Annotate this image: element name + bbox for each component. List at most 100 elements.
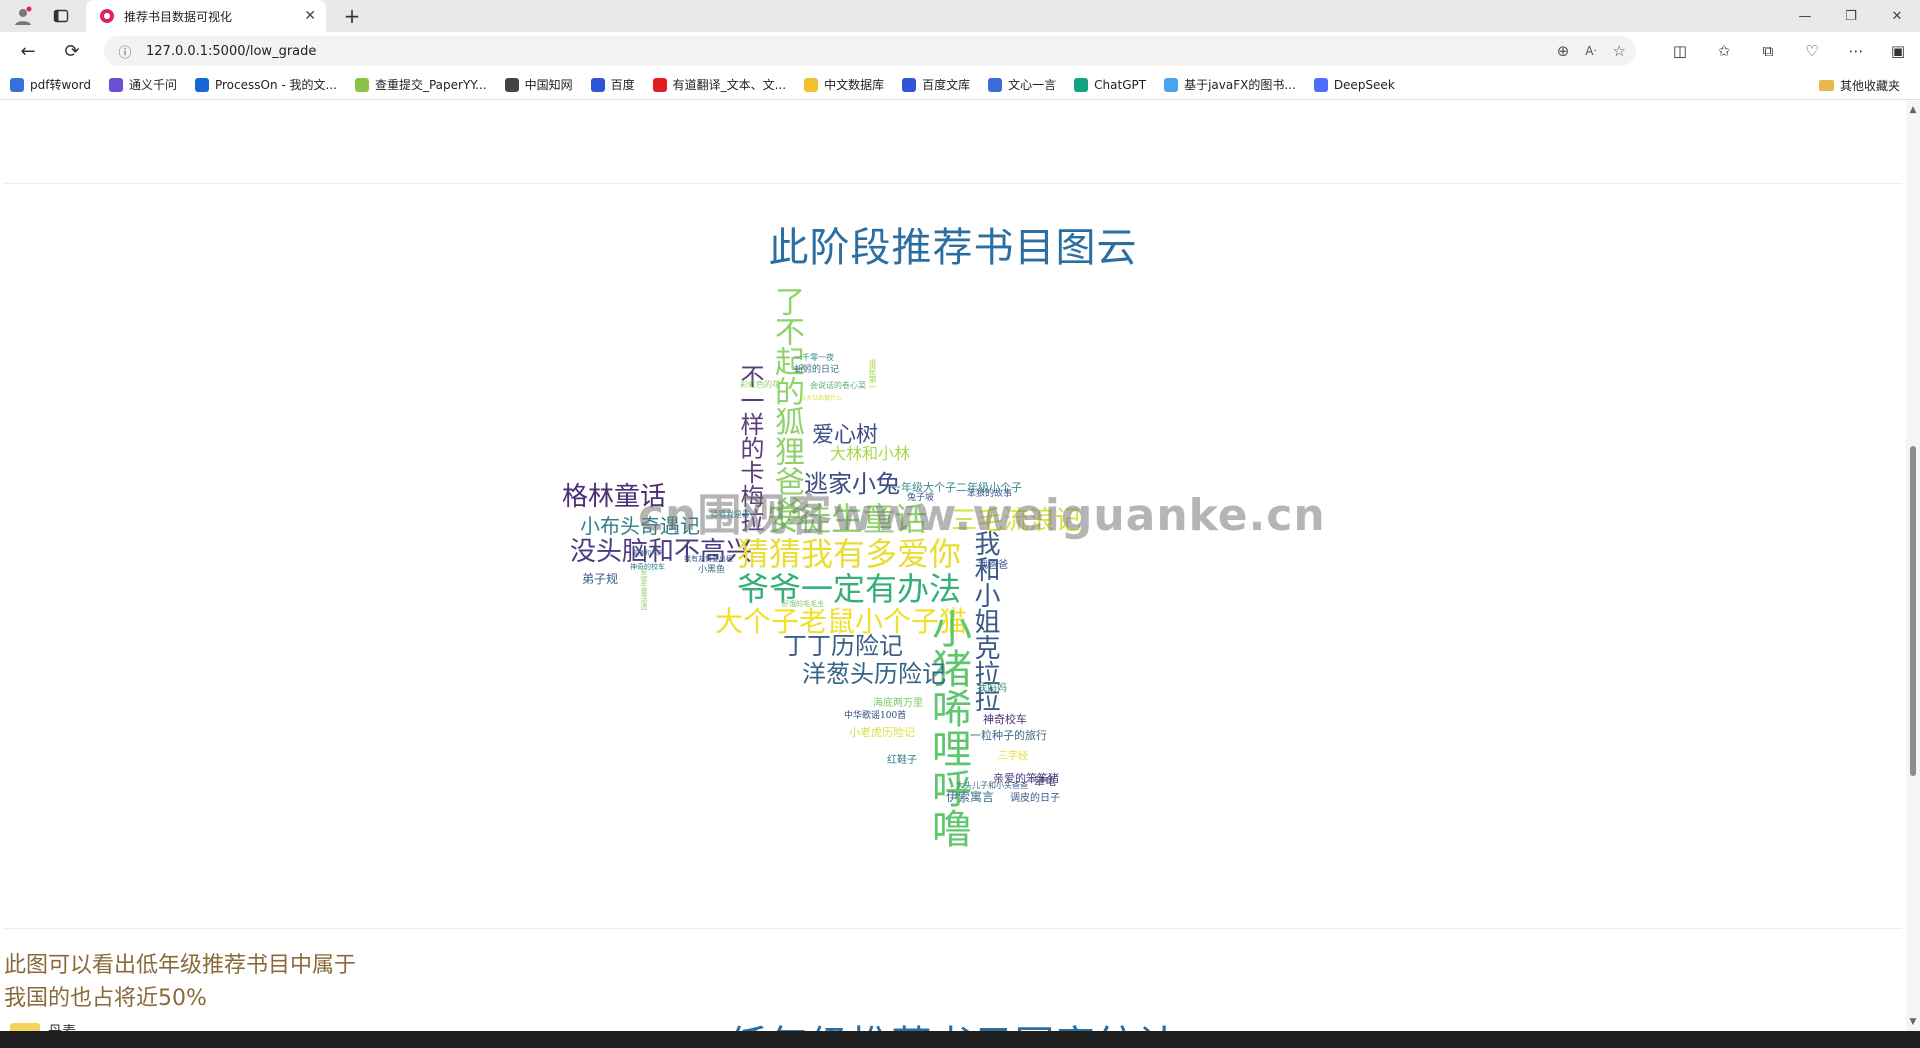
bookmark-favicon-icon — [1313, 77, 1328, 92]
word-cloud-term: 丁丁历险记 — [783, 632, 903, 660]
note-line-2: 我国的也占将近50% — [4, 986, 207, 1011]
bookmark-favicon-icon — [590, 77, 605, 92]
favorites-icon[interactable]: ✩ — [1706, 32, 1742, 70]
bookmark-favicon-icon — [902, 77, 917, 92]
close-tab-icon[interactable]: ✕ — [304, 8, 316, 24]
bookmark-label: 有道翻译_文本、文... — [672, 78, 787, 92]
url-text[interactable]: 127.0.0.1:5000/low_grade — [146, 44, 316, 59]
more-menu-icon[interactable]: ⋯ — [1838, 32, 1874, 70]
bookmark-label: 查重提交_PaperYY... — [374, 78, 487, 92]
bookmark-item[interactable]: 中国知网 — [504, 76, 573, 93]
taskbar — [0, 1031, 1920, 1048]
divider — [4, 928, 1902, 929]
read-aloud-icon[interactable]: Aᐧ — [1585, 44, 1596, 58]
zoom-icon[interactable]: ⊕ — [1557, 42, 1570, 60]
bookmark-label: 通义千问 — [128, 78, 177, 92]
word-cloud-term: 海底两万里 — [873, 698, 923, 709]
word-cloud-term: 洋葱头历险记 — [802, 660, 946, 688]
word-cloud-term: 彩虹色的花 — [740, 380, 780, 389]
word-cloud-term: 中华歌谣100首 — [844, 711, 907, 721]
bookmark-item[interactable]: 文心一言 — [988, 76, 1056, 93]
chart-note: 此图可以看出低年级推荐书目中属于 我国的也占将近50% — [4, 949, 356, 1015]
word-cloud-term: 一千零一夜 — [794, 353, 834, 362]
bookmark-item[interactable]: 中文数据库 — [804, 76, 884, 93]
bookmark-favicon-icon — [194, 77, 209, 92]
sidebar-toggle-icon[interactable]: ▣ — [1880, 32, 1916, 70]
word-cloud-term: 一粒种子的旅行 — [970, 729, 1047, 742]
word-cloud-term: 红鞋子 — [887, 755, 917, 766]
profile-icon[interactable] — [4, 0, 42, 32]
favorite-star-icon[interactable]: ☆ — [1613, 42, 1626, 60]
word-cloud-term: 伊索寓言 — [946, 790, 995, 804]
bookmark-favicon-icon — [504, 77, 519, 92]
tab-actions-icon[interactable] — [42, 0, 80, 32]
tab-strip: 推荐书目数据可视化 ✕ + — ❐ ✕ — [0, 0, 1920, 32]
scrollbar-thumb[interactable] — [1910, 446, 1916, 776]
word-cloud-term: 神奇校车 — [983, 713, 1027, 726]
word-cloud-term: 长大以后做什么 — [800, 395, 843, 402]
bookmark-label: 基于javaFX的图书... — [1184, 78, 1296, 92]
word-cloud-term: 我爸爸 — [978, 560, 1008, 571]
word-cloud-term: 我有友情要出租 — [684, 555, 733, 563]
bookmark-favicon-icon — [1164, 77, 1179, 92]
word-cloud-term: 好饿的毛毛虫 — [782, 600, 824, 608]
watermark-text: cn围观客www.weiguanke.cn — [638, 490, 1326, 541]
scroll-up-icon[interactable]: ▲ — [1908, 105, 1918, 115]
legend-swatch — [10, 1023, 40, 1031]
tab-favicon-icon — [100, 9, 114, 23]
page-content: 此阶段推荐书目图云 了不起的狐狸爸爸 不一样的卡梅拉 爱心树 逃家小兔 格林童话 小布头奇… — [0, 101, 1906, 1031]
word-cloud-term: 会说话的卷心菜 — [810, 381, 866, 390]
restore-icon[interactable]: ❐ — [1828, 0, 1874, 32]
bookmark-item[interactable]: 百度文库 — [902, 76, 970, 93]
scroll-down-icon[interactable]: ▼ — [1908, 1017, 1918, 1027]
close-window-icon[interactable]: ✕ — [1874, 0, 1920, 32]
bookmark-label: ChatGPT — [1094, 77, 1147, 92]
bookmark-label: 百度 — [610, 78, 635, 92]
minimize-icon[interactable]: — — [1782, 0, 1828, 32]
bookmark-favicon-icon — [804, 77, 819, 92]
new-tab-button[interactable]: + — [336, 0, 368, 32]
back-icon[interactable]: ← — [10, 32, 46, 70]
bookmark-item[interactable]: 基于javaFX的图书... — [1164, 76, 1296, 93]
bookmark-favicon-icon — [108, 77, 123, 92]
next-section-title: 低年级推荐书目国家统计 — [0, 1013, 1906, 1031]
bookmark-favicon-icon — [988, 77, 1003, 92]
split-screen-icon[interactable]: ◫ — [1662, 32, 1698, 70]
other-bookmarks-folder[interactable]: 其他收藏夹 — [1818, 70, 1900, 100]
bookmark-item[interactable]: pdf转word — [10, 76, 91, 93]
site-info-icon[interactable]: ⓘ — [110, 42, 140, 61]
vertical-scrollbar[interactable]: ▲ ▼ — [1906, 101, 1920, 1031]
legend-label: 丹麦 — [48, 1021, 76, 1031]
word-cloud-term: 三字经 — [998, 751, 1028, 762]
word-cloud-term: 大头儿子和小头爸爸 — [956, 781, 1028, 790]
other-bookmarks-label: 其他收藏夹 — [1839, 78, 1900, 93]
reload-icon[interactable]: ⟳ — [54, 32, 90, 70]
divider — [4, 183, 1902, 184]
tab-active[interactable]: 推荐书目数据可视化 ✕ — [86, 0, 326, 32]
word-cloud-term: 安徒生童话选 — [640, 568, 648, 610]
word-cloud-term: 调皮的日子 — [1010, 793, 1060, 804]
browser-essentials-icon[interactable]: ♡ — [1794, 32, 1830, 70]
bookmark-label: 中国知网 — [524, 78, 573, 92]
bookmark-label: pdf转word — [30, 78, 91, 92]
bookmark-item[interactable]: ProcessOn - 我的文... — [194, 76, 337, 93]
word-cloud-term: 小黑鱼 — [698, 565, 726, 575]
bookmark-item[interactable]: ChatGPT — [1074, 77, 1147, 92]
bookmark-favicon-icon — [652, 77, 667, 92]
legend-item[interactable]: 丹麦 — [10, 1021, 76, 1031]
navigation-bar: ← ⟳ ⓘ 127.0.0.1:5000/low_grade ⊕ Aᐧ ☆ ◫ … — [0, 32, 1920, 70]
word-cloud-term: 犟龟 — [1034, 775, 1056, 788]
bookmark-item[interactable]: 有道翻译_文本、文... — [652, 76, 787, 93]
bookmark-item[interactable]: 通义千问 — [108, 76, 177, 93]
bookmark-favicon-icon — [10, 77, 24, 92]
word-cloud-term: 小猪唏哩呼噜 — [925, 608, 971, 848]
bookmark-favicon-icon — [1074, 77, 1089, 92]
folder-icon — [1818, 79, 1834, 91]
bookmark-label: ProcessOn - 我的文... — [214, 78, 337, 92]
word-cloud-term: 大林和小林 — [830, 444, 911, 463]
bookmark-item[interactable]: 查重提交_PaperYY... — [354, 76, 487, 93]
collections-icon[interactable]: ⧉ — [1750, 32, 1786, 70]
bookmark-item[interactable]: DeepSeek — [1313, 77, 1395, 92]
address-bar[interactable]: ⓘ 127.0.0.1:5000/low_grade ⊕ Aᐧ ☆ — [104, 36, 1636, 66]
bookmark-item[interactable]: 百度 — [590, 76, 635, 93]
